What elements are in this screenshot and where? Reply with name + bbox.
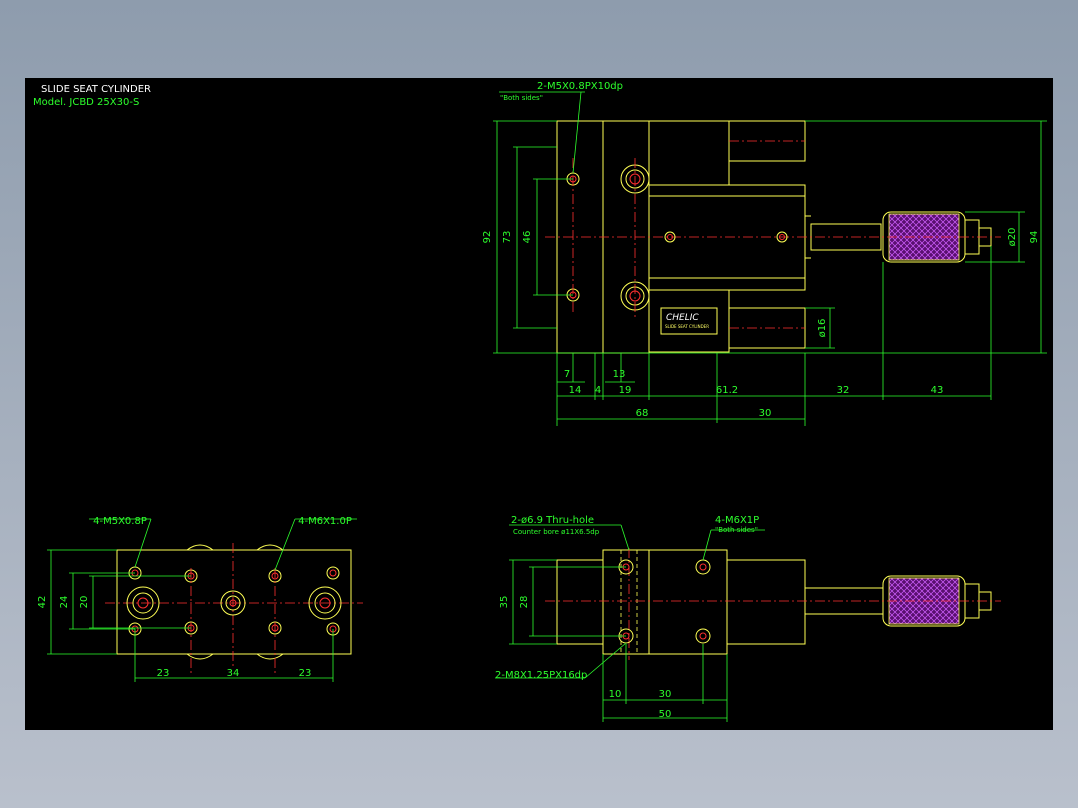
dim-73: 73 xyxy=(502,231,513,244)
dim-94: 94 xyxy=(1029,231,1040,244)
dim-30-bottom: 30 xyxy=(659,689,672,700)
callout-m6x1p: 4-M6X1P xyxy=(715,515,759,526)
callout-m5: 4-M5X0.8P xyxy=(93,516,147,527)
callout-counter-bore: Counter bore ø11X6.5dp xyxy=(513,528,600,536)
dim-14: 14 xyxy=(569,385,582,396)
dim-19: 19 xyxy=(619,385,632,396)
dim-13: 13 xyxy=(613,369,626,380)
dim-30-top: 30 xyxy=(759,408,772,419)
callout-thru-hole: 2-ø6.9 Thru-hole xyxy=(511,515,594,526)
callout-m8: 2-M8X1.25PX16dp xyxy=(495,670,587,681)
dim-23-left: 23 xyxy=(157,668,170,679)
top-view: CHELIC SLIDE SEAT CYLINDER 2-M5X0.8PX10d… xyxy=(482,81,1047,426)
dim-28: 28 xyxy=(519,596,530,609)
dim-7: 7 xyxy=(564,369,570,380)
top-callout-thread: 2-M5X0.8PX10dp xyxy=(537,81,623,92)
dim-68: 68 xyxy=(636,408,649,419)
dim-phi16: ø16 xyxy=(817,319,828,338)
dim-23-right: 23 xyxy=(299,668,312,679)
dim-32: 32 xyxy=(837,385,850,396)
dim-20: 20 xyxy=(79,596,90,609)
dim-46: 46 xyxy=(522,231,533,244)
dim-4: 4 xyxy=(595,385,601,396)
dim-92: 92 xyxy=(482,231,493,244)
dim-35: 35 xyxy=(499,596,510,609)
dim-42: 42 xyxy=(37,596,48,609)
bottom-left-view: 4-M5X0.8P 4-M6X1.0P 42 24 20 23 34 23 xyxy=(37,516,363,682)
dim-50: 50 xyxy=(659,709,672,720)
top-callout-sides: "Both sides" xyxy=(500,94,543,102)
brand-label: CHELIC xyxy=(666,313,699,323)
drawing-canvas: SLIDE SEAT CYLINDER Model. JCBD 25X30-S xyxy=(25,78,1053,730)
dim-24: 24 xyxy=(59,596,70,609)
dim-34: 34 xyxy=(227,668,240,679)
dim-phi20: ø20 xyxy=(1007,228,1018,247)
dim-61-2: 61.2 xyxy=(716,385,738,396)
model-label: Model. JCBD 25X30-S xyxy=(33,97,139,108)
bottom-right-view: 2-ø6.9 Thru-hole Counter bore ø11X6.5dp … xyxy=(495,515,1001,722)
dim-43: 43 xyxy=(931,385,944,396)
drawing-title: SLIDE SEAT CYLINDER xyxy=(41,84,151,95)
plate-text: SLIDE SEAT CYLINDER xyxy=(665,324,709,329)
callout-both-sides: "Both sides" xyxy=(715,526,758,534)
dim-10: 10 xyxy=(609,689,622,700)
cad-drawing: SLIDE SEAT CYLINDER Model. JCBD 25X30-S xyxy=(33,81,1047,722)
callout-m6: 4-M6X1.0P xyxy=(298,516,352,527)
